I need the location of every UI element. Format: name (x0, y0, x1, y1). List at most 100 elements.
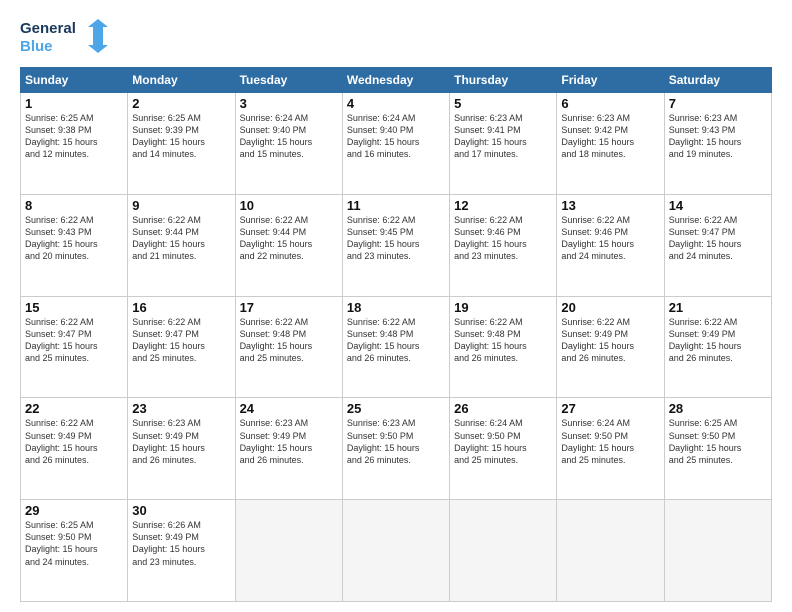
cell-text: Sunrise: 6:25 AMSunset: 9:38 PMDaylight:… (25, 112, 123, 161)
calendar-cell (557, 500, 664, 602)
cell-text: Sunrise: 6:25 AMSunset: 9:39 PMDaylight:… (132, 112, 230, 161)
day-number: 7 (669, 96, 767, 111)
calendar-cell: 24Sunrise: 6:23 AMSunset: 9:49 PMDayligh… (235, 398, 342, 500)
cell-text: Sunrise: 6:23 AMSunset: 9:43 PMDaylight:… (669, 112, 767, 161)
cell-text: Sunrise: 6:22 AMSunset: 9:47 PMDaylight:… (132, 316, 230, 365)
calendar-cell: 23Sunrise: 6:23 AMSunset: 9:49 PMDayligh… (128, 398, 235, 500)
day-number: 5 (454, 96, 552, 111)
calendar-cell: 27Sunrise: 6:24 AMSunset: 9:50 PMDayligh… (557, 398, 664, 500)
cell-text: Sunrise: 6:22 AMSunset: 9:43 PMDaylight:… (25, 214, 123, 263)
calendar-cell: 26Sunrise: 6:24 AMSunset: 9:50 PMDayligh… (450, 398, 557, 500)
cell-text: Sunrise: 6:24 AMSunset: 9:50 PMDaylight:… (561, 417, 659, 466)
calendar-cell: 30Sunrise: 6:26 AMSunset: 9:49 PMDayligh… (128, 500, 235, 602)
calendar-cell: 25Sunrise: 6:23 AMSunset: 9:50 PMDayligh… (342, 398, 449, 500)
day-number: 11 (347, 198, 445, 213)
calendar-cell: 7Sunrise: 6:23 AMSunset: 9:43 PMDaylight… (664, 93, 771, 195)
svg-text:Blue: Blue (20, 38, 53, 55)
cell-text: Sunrise: 6:22 AMSunset: 9:46 PMDaylight:… (561, 214, 659, 263)
calendar-cell: 22Sunrise: 6:22 AMSunset: 9:49 PMDayligh… (21, 398, 128, 500)
day-number: 4 (347, 96, 445, 111)
calendar-cell: 13Sunrise: 6:22 AMSunset: 9:46 PMDayligh… (557, 194, 664, 296)
weekday-header-monday: Monday (128, 68, 235, 93)
calendar-cell: 29Sunrise: 6:25 AMSunset: 9:50 PMDayligh… (21, 500, 128, 602)
day-number: 22 (25, 401, 123, 416)
cell-text: Sunrise: 6:22 AMSunset: 9:49 PMDaylight:… (561, 316, 659, 365)
calendar-cell: 6Sunrise: 6:23 AMSunset: 9:42 PMDaylight… (557, 93, 664, 195)
calendar-cell: 14Sunrise: 6:22 AMSunset: 9:47 PMDayligh… (664, 194, 771, 296)
logo: General Blue (20, 15, 110, 57)
calendar-cell: 17Sunrise: 6:22 AMSunset: 9:48 PMDayligh… (235, 296, 342, 398)
cell-text: Sunrise: 6:23 AMSunset: 9:49 PMDaylight:… (240, 417, 338, 466)
cell-text: Sunrise: 6:22 AMSunset: 9:48 PMDaylight:… (454, 316, 552, 365)
calendar-cell: 3Sunrise: 6:24 AMSunset: 9:40 PMDaylight… (235, 93, 342, 195)
cell-text: Sunrise: 6:25 AMSunset: 9:50 PMDaylight:… (25, 519, 123, 568)
day-number: 14 (669, 198, 767, 213)
svg-text:General: General (20, 20, 76, 37)
day-number: 8 (25, 198, 123, 213)
cell-text: Sunrise: 6:23 AMSunset: 9:42 PMDaylight:… (561, 112, 659, 161)
day-number: 16 (132, 300, 230, 315)
cell-text: Sunrise: 6:24 AMSunset: 9:50 PMDaylight:… (454, 417, 552, 466)
day-number: 24 (240, 401, 338, 416)
day-number: 17 (240, 300, 338, 315)
weekday-header-wednesday: Wednesday (342, 68, 449, 93)
cell-text: Sunrise: 6:25 AMSunset: 9:50 PMDaylight:… (669, 417, 767, 466)
calendar-cell: 20Sunrise: 6:22 AMSunset: 9:49 PMDayligh… (557, 296, 664, 398)
weekday-header-saturday: Saturday (664, 68, 771, 93)
cell-text: Sunrise: 6:22 AMSunset: 9:47 PMDaylight:… (25, 316, 123, 365)
day-number: 2 (132, 96, 230, 111)
weekday-header-tuesday: Tuesday (235, 68, 342, 93)
cell-text: Sunrise: 6:24 AMSunset: 9:40 PMDaylight:… (240, 112, 338, 161)
cell-text: Sunrise: 6:22 AMSunset: 9:45 PMDaylight:… (347, 214, 445, 263)
day-number: 3 (240, 96, 338, 111)
calendar-cell: 5Sunrise: 6:23 AMSunset: 9:41 PMDaylight… (450, 93, 557, 195)
day-number: 1 (25, 96, 123, 111)
calendar-cell: 2Sunrise: 6:25 AMSunset: 9:39 PMDaylight… (128, 93, 235, 195)
day-number: 19 (454, 300, 552, 315)
day-number: 23 (132, 401, 230, 416)
logo-svg: General Blue (20, 15, 110, 57)
calendar-cell: 19Sunrise: 6:22 AMSunset: 9:48 PMDayligh… (450, 296, 557, 398)
day-number: 26 (454, 401, 552, 416)
day-number: 12 (454, 198, 552, 213)
calendar-cell: 21Sunrise: 6:22 AMSunset: 9:49 PMDayligh… (664, 296, 771, 398)
day-number: 29 (25, 503, 123, 518)
day-number: 13 (561, 198, 659, 213)
calendar-cell: 8Sunrise: 6:22 AMSunset: 9:43 PMDaylight… (21, 194, 128, 296)
day-number: 20 (561, 300, 659, 315)
day-number: 28 (669, 401, 767, 416)
calendar-cell: 4Sunrise: 6:24 AMSunset: 9:40 PMDaylight… (342, 93, 449, 195)
cell-text: Sunrise: 6:22 AMSunset: 9:49 PMDaylight:… (25, 417, 123, 466)
day-number: 30 (132, 503, 230, 518)
calendar-cell (664, 500, 771, 602)
calendar-cell: 1Sunrise: 6:25 AMSunset: 9:38 PMDaylight… (21, 93, 128, 195)
cell-text: Sunrise: 6:26 AMSunset: 9:49 PMDaylight:… (132, 519, 230, 568)
calendar-cell: 9Sunrise: 6:22 AMSunset: 9:44 PMDaylight… (128, 194, 235, 296)
day-number: 9 (132, 198, 230, 213)
weekday-header-sunday: Sunday (21, 68, 128, 93)
cell-text: Sunrise: 6:22 AMSunset: 9:46 PMDaylight:… (454, 214, 552, 263)
cell-text: Sunrise: 6:23 AMSunset: 9:41 PMDaylight:… (454, 112, 552, 161)
day-number: 6 (561, 96, 659, 111)
day-number: 21 (669, 300, 767, 315)
page-header: General Blue (20, 15, 772, 57)
cell-text: Sunrise: 6:22 AMSunset: 9:44 PMDaylight:… (132, 214, 230, 263)
day-number: 18 (347, 300, 445, 315)
calendar-cell (235, 500, 342, 602)
cell-text: Sunrise: 6:24 AMSunset: 9:40 PMDaylight:… (347, 112, 445, 161)
day-number: 25 (347, 401, 445, 416)
calendar-cell: 16Sunrise: 6:22 AMSunset: 9:47 PMDayligh… (128, 296, 235, 398)
calendar-cell: 18Sunrise: 6:22 AMSunset: 9:48 PMDayligh… (342, 296, 449, 398)
calendar-cell: 15Sunrise: 6:22 AMSunset: 9:47 PMDayligh… (21, 296, 128, 398)
cell-text: Sunrise: 6:22 AMSunset: 9:49 PMDaylight:… (669, 316, 767, 365)
cell-text: Sunrise: 6:22 AMSunset: 9:48 PMDaylight:… (240, 316, 338, 365)
calendar-cell: 10Sunrise: 6:22 AMSunset: 9:44 PMDayligh… (235, 194, 342, 296)
cell-text: Sunrise: 6:22 AMSunset: 9:47 PMDaylight:… (669, 214, 767, 263)
cell-text: Sunrise: 6:22 AMSunset: 9:44 PMDaylight:… (240, 214, 338, 263)
weekday-header-thursday: Thursday (450, 68, 557, 93)
calendar-table: SundayMondayTuesdayWednesdayThursdayFrid… (20, 67, 772, 602)
day-number: 15 (25, 300, 123, 315)
calendar-cell: 28Sunrise: 6:25 AMSunset: 9:50 PMDayligh… (664, 398, 771, 500)
calendar-cell (450, 500, 557, 602)
day-number: 27 (561, 401, 659, 416)
